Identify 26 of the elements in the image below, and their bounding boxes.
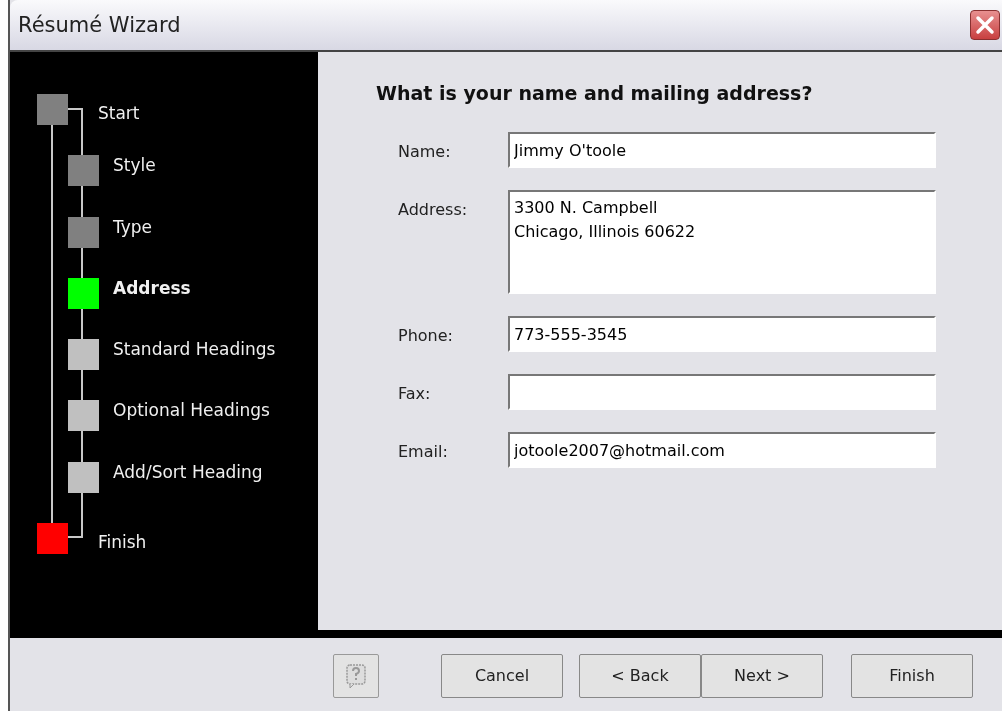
step-label[interactable]: Finish (98, 530, 147, 555)
help-icon (344, 662, 368, 689)
wizard-button[interactable]: Cancel (441, 653, 563, 698)
field-label: Fax: (397, 383, 432, 403)
step-label[interactable]: Optional Headings (113, 398, 270, 423)
field-label: Address: (397, 199, 469, 219)
step-label[interactable]: Add/Sort Heading (113, 459, 263, 484)
field-label: Name: (397, 141, 452, 161)
page-heading: What is your name and mailing address? (376, 82, 814, 104)
step-label[interactable]: Style (113, 153, 156, 178)
step-label[interactable]: Address (113, 275, 191, 300)
text-field[interactable]: jotoole2007@hotmail.com (508, 432, 936, 468)
address-field[interactable]: 3300 N. Campbell Chicago, Illinois 60622 (508, 190, 936, 294)
field-label: Email: (397, 441, 449, 461)
step-label[interactable]: Start (98, 101, 140, 125)
wizard-button[interactable]: Finish (851, 653, 973, 698)
step-label[interactable]: Type (113, 214, 153, 239)
wizard-button[interactable]: < Back (579, 653, 701, 698)
close-button[interactable] (970, 10, 1000, 40)
field-label: Phone: (397, 325, 454, 345)
window-title: Résumé Wizard (17, 13, 181, 37)
text-field[interactable]: Jimmy O'toole (508, 132, 936, 168)
step-label[interactable]: Standard Headings (113, 337, 276, 362)
text-field[interactable] (508, 374, 936, 410)
text-field[interactable]: 773-555-3545 (508, 316, 936, 352)
wizard-button[interactable]: Next > (701, 653, 823, 698)
